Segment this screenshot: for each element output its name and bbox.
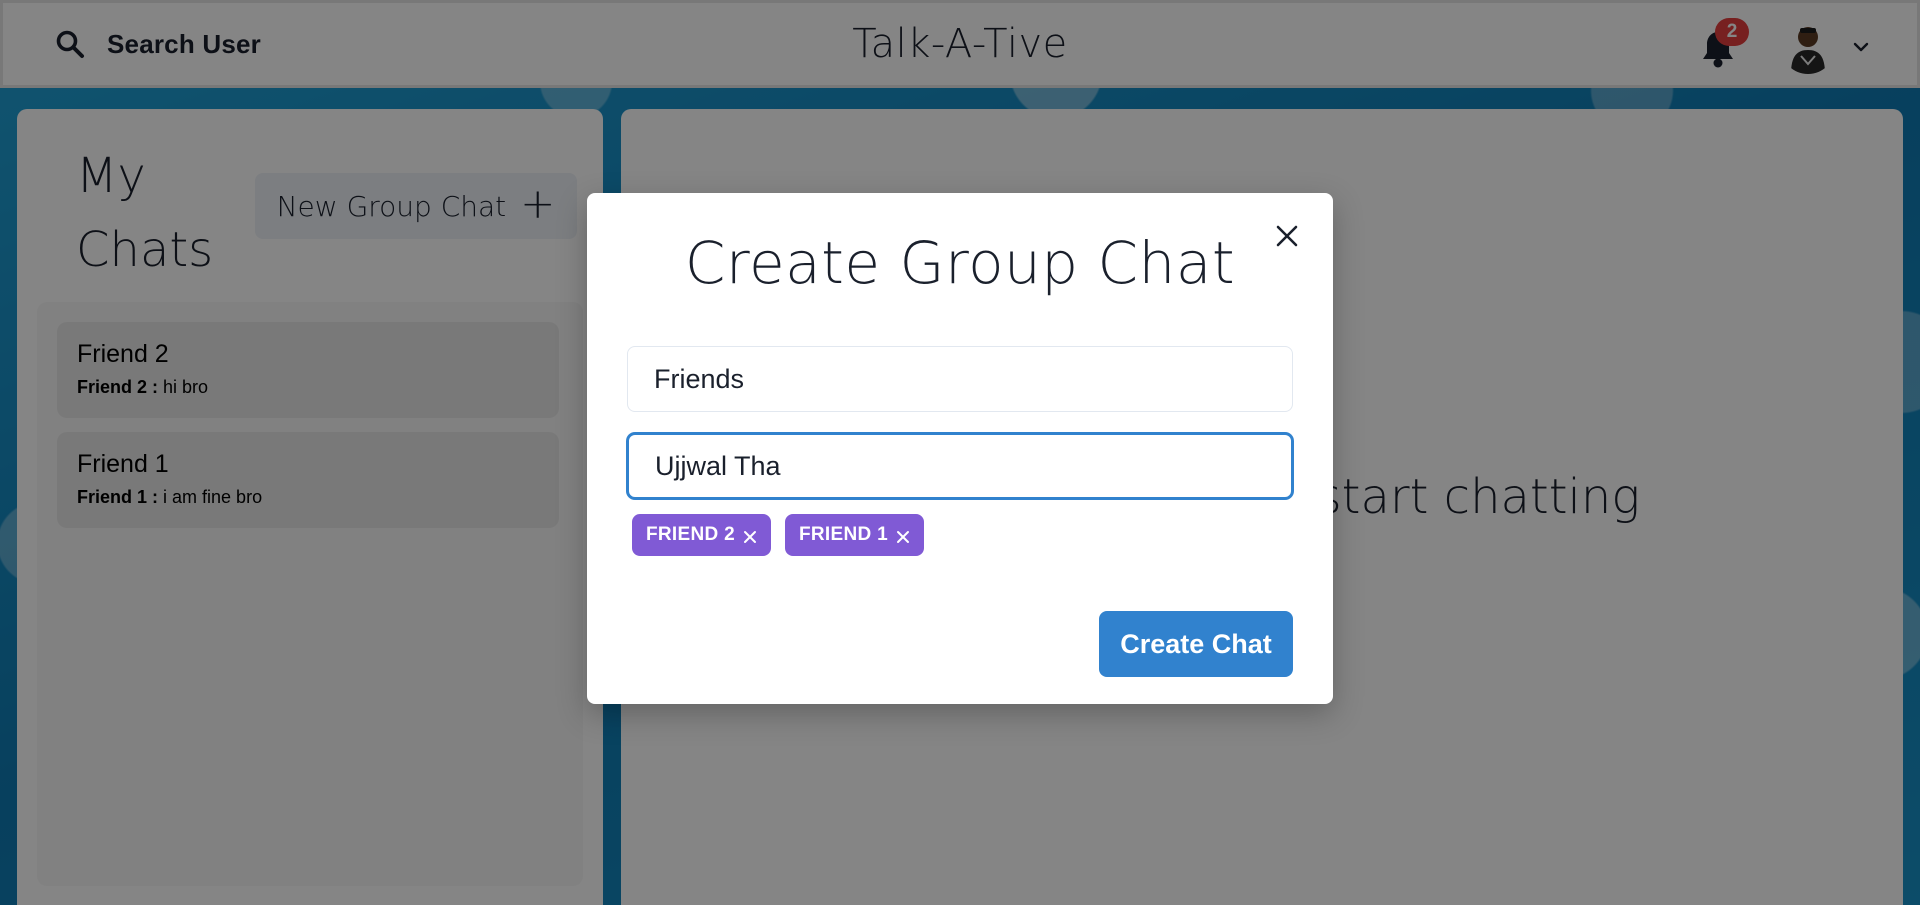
add-users-input[interactable] — [627, 433, 1293, 499]
user-tag-friend-1: FRIEND 1 — [784, 514, 924, 556]
close-icon[interactable] — [1270, 219, 1304, 253]
close-icon[interactable] — [741, 528, 759, 546]
chat-name-input[interactable] — [627, 346, 1293, 412]
close-icon[interactable] — [894, 528, 912, 546]
selected-users: FRIEND 2 FRIEND 1 — [632, 514, 924, 556]
create-chat-button[interactable]: Create Chat — [1099, 611, 1293, 677]
create-group-chat-modal: Create Group Chat FRIEND 2 FRIEND 1 Crea… — [587, 193, 1333, 704]
user-tag-friend-2: FRIEND 2 — [632, 514, 771, 556]
user-tag-label: FRIEND 2 — [646, 524, 735, 545]
modal-title: Create Group Chat — [684, 229, 1236, 297]
user-tag-label: FRIEND 1 — [798, 524, 888, 545]
